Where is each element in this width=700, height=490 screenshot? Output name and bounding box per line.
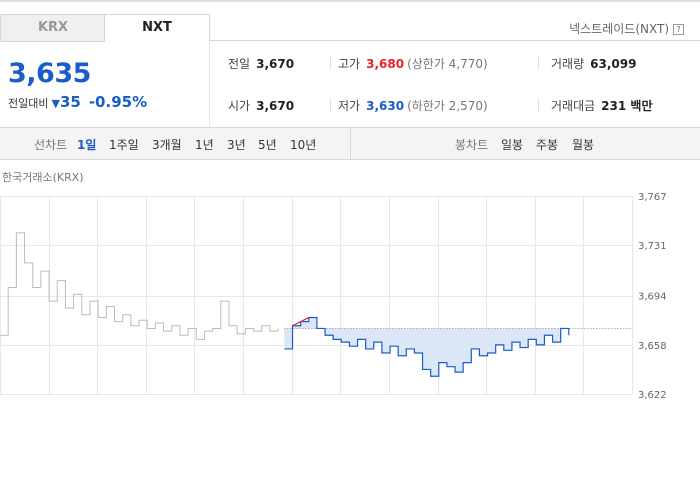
change-label: 전일대비 bbox=[8, 97, 49, 110]
period-weekly[interactable]: 주봉 bbox=[536, 136, 558, 153]
stat-lower-limit: (하한가 2,570) bbox=[407, 99, 488, 113]
current-price: 3,635 bbox=[8, 58, 91, 89]
y-tick-label: 3,658 bbox=[638, 341, 667, 352]
stat-amount-label: 거래대금 bbox=[551, 99, 596, 113]
stat-prev-label: 전일 bbox=[228, 57, 251, 71]
period-1d[interactable]: 1일 bbox=[77, 136, 96, 153]
period-daily[interactable]: 일봉 bbox=[501, 136, 523, 153]
chart-period-bar: 선차트 1일 1주일 3개월 1년 3년 5년 10년 봉차트 일봉 주봉 월봉 bbox=[0, 127, 700, 160]
series-area-nxt bbox=[284, 317, 569, 377]
stat-low-label: 저가 bbox=[338, 99, 361, 113]
top-border bbox=[0, 0, 700, 2]
stat-prev-value: 3,670 bbox=[256, 57, 295, 71]
price-chart: 3,767 3,731 3,694 3,658 3,622 bbox=[0, 192, 667, 400]
period-1w[interactable]: 1주일 bbox=[109, 136, 139, 153]
help-icon[interactable]: ? bbox=[673, 24, 684, 35]
stat-low: 저가 3,630 (하한가 2,570) bbox=[338, 97, 488, 114]
stat-upper-limit: (상한가 4,770) bbox=[407, 57, 488, 71]
stat-open-value: 3,670 bbox=[256, 99, 295, 113]
tab-krx[interactable]: KRX bbox=[0, 14, 105, 42]
tab-divider bbox=[209, 40, 700, 41]
stat-low-value: 3,630 bbox=[366, 99, 405, 113]
stat-amount-value: 231 백만 bbox=[601, 99, 653, 113]
market-name: 넥스트레이드(NXT) bbox=[569, 22, 669, 36]
bar-divider bbox=[350, 128, 351, 159]
down-triangle-icon: ▼ bbox=[51, 97, 60, 110]
period-3y[interactable]: 3년 bbox=[227, 136, 246, 153]
stat-volume-value: 63,099 bbox=[590, 57, 637, 71]
stat-high-label: 고가 bbox=[338, 57, 361, 71]
line-chart-title: 선차트 bbox=[34, 138, 68, 152]
stat-high-value: 3,680 bbox=[366, 57, 405, 71]
stat-separator bbox=[538, 57, 539, 69]
y-tick-label: 3,767 bbox=[638, 192, 667, 203]
series-line-krx bbox=[0, 232, 279, 340]
y-tick-label: 3,622 bbox=[638, 390, 667, 400]
period-1y[interactable]: 1년 bbox=[195, 136, 214, 153]
stat-volume-label: 거래량 bbox=[551, 57, 585, 71]
stat-amount: 거래대금 231 백만 bbox=[551, 97, 652, 114]
stat-open: 시가 3,670 bbox=[228, 97, 294, 114]
y-tick-label: 3,694 bbox=[638, 292, 667, 303]
change-value: 35 bbox=[59, 93, 81, 111]
stat-separator bbox=[330, 57, 331, 69]
period-3m[interactable]: 3개월 bbox=[152, 136, 182, 153]
chart-exchange-label: 한국거래소(KRX) bbox=[2, 171, 84, 184]
y-tick-label: 3,731 bbox=[638, 241, 667, 252]
tab-nxt[interactable]: NXT bbox=[104, 14, 210, 42]
stat-separator bbox=[330, 99, 331, 111]
market-label: 넥스트레이드(NXT)? bbox=[569, 20, 684, 37]
stat-volume: 거래량 63,099 bbox=[551, 55, 636, 72]
period-5y[interactable]: 5년 bbox=[258, 136, 277, 153]
stat-separator bbox=[538, 99, 539, 111]
candle-chart-title: 봉차트 bbox=[455, 138, 489, 152]
stat-prev: 전일 3,670 bbox=[228, 55, 294, 72]
change-row: 전일대비 ▼35 -0.95% bbox=[8, 93, 147, 111]
period-10y[interactable]: 10년 bbox=[290, 136, 316, 153]
stat-open-label: 시가 bbox=[228, 99, 251, 113]
period-monthly[interactable]: 월봉 bbox=[572, 136, 594, 153]
change-rate: -0.95% bbox=[88, 93, 148, 111]
stat-high: 고가 3,680 (상한가 4,770) bbox=[338, 55, 488, 72]
